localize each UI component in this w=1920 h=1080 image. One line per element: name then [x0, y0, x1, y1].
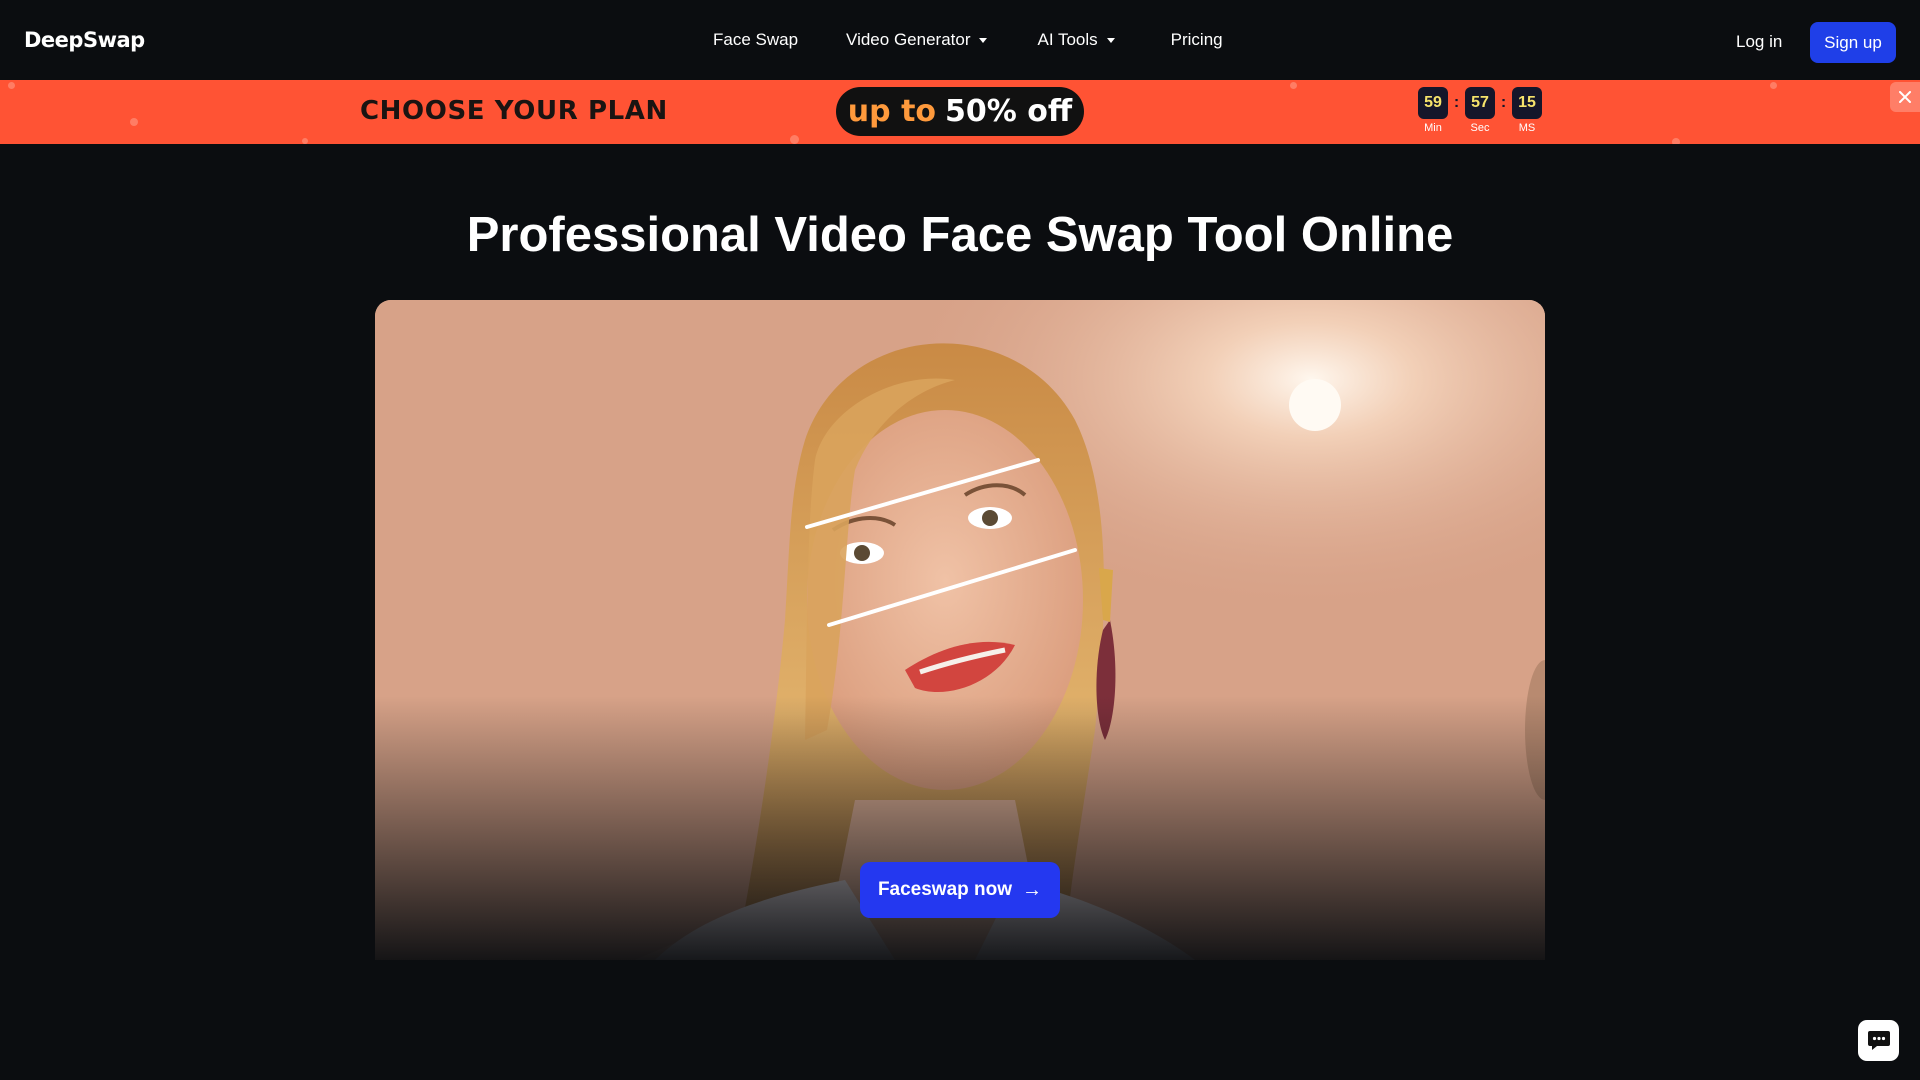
- nav-item-label: Pricing: [1170, 30, 1223, 49]
- decorative-dot: [302, 138, 308, 144]
- banner-title: CHOOSE YOUR PLAN: [360, 96, 668, 126]
- chat-icon: [1867, 1030, 1890, 1050]
- face-swap-preview-image: [375, 300, 1545, 960]
- login-link[interactable]: Log in: [1736, 32, 1782, 52]
- decorative-dot: [1290, 82, 1297, 89]
- countdown-separator: :: [1453, 94, 1460, 111]
- decorative-dot: [130, 118, 138, 126]
- countdown-separator: :: [1500, 94, 1507, 111]
- decorative-dot: [1672, 138, 1680, 144]
- nav-item-ai-tools[interactable]: AI Tools: [1037, 30, 1115, 50]
- countdown-minutes: 59 Min: [1418, 87, 1448, 137]
- arrow-right-icon: →: [1022, 878, 1043, 901]
- signup-button[interactable]: Sign up: [1810, 22, 1896, 63]
- countdown-label: Min: [1424, 122, 1442, 134]
- nav-item-label: Video Generator: [846, 30, 971, 49]
- chevron-down-icon: [1106, 38, 1115, 43]
- countdown-value: 59: [1418, 87, 1448, 119]
- countdown-seconds: 57 Sec: [1465, 87, 1495, 137]
- chat-button[interactable]: [1858, 1020, 1899, 1061]
- decorative-dot: [790, 135, 799, 144]
- nav-item-face-swap[interactable]: Face Swap: [713, 30, 798, 50]
- countdown-value: 57: [1465, 87, 1495, 119]
- chevron-down-icon: [979, 38, 988, 43]
- decorative-dot: [1770, 82, 1777, 89]
- faceswap-now-button[interactable]: Faceswap now →: [860, 862, 1060, 918]
- countdown-label: MS: [1518, 122, 1536, 134]
- countdown-milliseconds: 15 MS: [1512, 87, 1542, 137]
- nav-links: Face Swap Video Generator AI Tools Prici…: [713, 29, 1223, 51]
- page-title: Professional Video Face Swap Tool Online: [466, 208, 1454, 262]
- discount-badge: up to 50% off: [836, 87, 1084, 136]
- hero-video-preview[interactable]: [375, 300, 1545, 960]
- close-icon: [1899, 91, 1911, 103]
- logo[interactable]: DeepSwap: [24, 28, 145, 52]
- banner-close-button[interactable]: [1890, 82, 1920, 112]
- nav-item-pricing[interactable]: Pricing: [1171, 30, 1223, 50]
- countdown-label: Sec: [1470, 122, 1490, 134]
- cta-label: Faceswap now: [877, 879, 1013, 900]
- countdown-timer: 59 Min : 57 Sec : 15 MS: [1418, 87, 1542, 137]
- discount-lead: up to: [847, 94, 937, 129]
- discount-amount: 50% off: [945, 94, 1073, 129]
- nav-item-label: Face Swap: [713, 30, 799, 49]
- promo-banner[interactable]: CHOOSE YOUR PLAN up to 50% off 59 Min : …: [0, 80, 1920, 144]
- nav-item-label: AI Tools: [1037, 30, 1098, 49]
- nav-item-video-generator[interactable]: Video Generator: [846, 30, 988, 50]
- decorative-dot: [8, 82, 15, 89]
- top-nav: DeepSwap Face Swap Video Generator AI To…: [0, 0, 1920, 80]
- countdown-value: 15: [1512, 87, 1542, 119]
